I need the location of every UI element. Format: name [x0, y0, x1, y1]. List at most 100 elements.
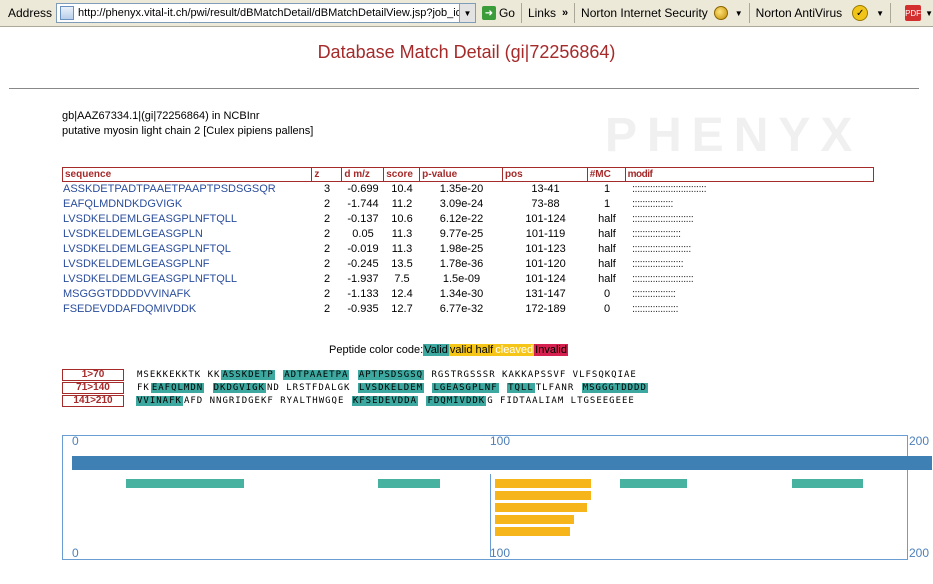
dmz-cell: -1.133 — [347, 288, 379, 300]
chevron-right-icon: » — [561, 7, 569, 19]
half-valid-peptide-bar[interactable] — [494, 479, 591, 488]
mc-cell: half — [598, 243, 616, 255]
norton-security-button[interactable]: Norton Internet Security ▼ — [581, 6, 743, 20]
address-bar[interactable]: http://phenyx.vital-it.ch/pwi/result/dBM… — [56, 3, 476, 23]
pvalue-cell: 1.35e-20 — [439, 183, 484, 195]
matched-segment: ASSKDETP — [221, 369, 275, 380]
mid-divider — [490, 474, 491, 557]
go-label: Go — [498, 6, 515, 20]
dmz-cell: -0.019 — [347, 243, 379, 255]
table-header: sequence z d m/z score p-value pos #MC m… — [62, 167, 874, 182]
mc-cell: 1 — [603, 198, 611, 210]
tick-label: 200 — [909, 546, 930, 560]
modif-cell: :::::::::::::::::::::::: — [632, 273, 694, 285]
valid-peptide-bar[interactable] — [377, 479, 441, 488]
mc-cell: half — [598, 258, 616, 270]
half-valid-peptide-bar[interactable] — [494, 527, 570, 536]
half-valid-peptide-bar[interactable] — [494, 515, 575, 524]
pvalue-cell: 6.77e-32 — [439, 303, 484, 315]
sequence-link[interactable]: FSEDEVDDAFDQMIVDDK — [62, 302, 312, 317]
header-mc[interactable]: #MC — [588, 168, 626, 181]
color-legend: Peptide color code: Valid valid half cle… — [329, 344, 568, 356]
norton-antivirus-button[interactable]: Norton AntiVirus ✓ ▼ — [756, 5, 884, 21]
sequence-link[interactable]: LVSDKELDEMLGEASGPLNFTQLL — [62, 212, 312, 227]
modif-cell: ::::::::::::::::::: — [632, 228, 681, 240]
mc-cell: half — [598, 213, 616, 225]
header-score[interactable]: score — [384, 168, 421, 181]
score-cell: 12.4 — [391, 288, 413, 300]
sequence-segment — [418, 396, 426, 406]
sequence-segment: RGSTRGSSSR KAKKAPSSVF VLFSQKQIAE — [425, 369, 637, 380]
toolbar-divider — [890, 3, 892, 23]
description-line: putative myosin light chain 2 [Culex pip… — [62, 125, 314, 137]
toolbar-divider — [574, 3, 576, 23]
sequence-link[interactable]: LVSDKELDEMLGEASGPLNFTQLL — [62, 272, 312, 287]
mc-cell: half — [598, 273, 616, 285]
half-valid-peptide-bar[interactable] — [494, 491, 591, 500]
sequence-segment: FK — [137, 382, 150, 393]
sequence-link[interactable]: LVSDKELDEMLGEASGPLN — [62, 227, 312, 242]
sequence-range-label: 71>140 — [62, 381, 124, 394]
dmz-cell: -0.935 — [347, 303, 379, 315]
toolbar-divider — [520, 3, 522, 23]
address-url[interactable]: http://phenyx.vital-it.ch/pwi/result/dBM… — [78, 7, 459, 19]
z-cell: 3 — [323, 183, 331, 195]
sequence-link[interactable]: LVSDKELDEMLGEASGPLNF — [62, 257, 312, 272]
links-button[interactable]: Links » — [528, 6, 568, 20]
table-row: LVSDKELDEMLGEASGPLNFTQL 2 -0.019 11.3 1.98e-… — [62, 242, 874, 257]
sequence-row: 141>210 VVINAFK AFD NNGRIDGEKF RYALTHWGQE … — [62, 394, 648, 407]
sequence-segment: ND LRSTFDALGK — [266, 382, 357, 393]
sequence-row: 71>140 FK EAFQLMDN DKDGVIGK ND LRSTFDALGK L… — [62, 381, 648, 394]
sequence-segment — [499, 383, 507, 393]
legend-prefix: Peptide color code: — [329, 344, 424, 356]
sequence-link[interactable]: MSGGGTDDDDVVINAFK — [62, 287, 312, 302]
table-row: LVSDKELDEMLGEASGPLNF 2 -0.245 13.5 1.78e-36 1… — [62, 257, 874, 272]
sequence-range-label: 1>70 — [62, 368, 124, 381]
modif-cell: :::::::::::::::::::::::: — [632, 213, 694, 225]
valid-peptide-bar[interactable] — [126, 479, 244, 488]
sequence-block: 1>70 MSEKKEKKTK KK ASSKDETP ADTPAAETPA APT… — [62, 368, 648, 407]
z-cell: 2 — [323, 228, 331, 240]
accession-line: gb|AAZ67334.1|(gi|72256864) in NCBInr — [62, 110, 260, 122]
pos-cell: 101-120 — [525, 258, 566, 270]
page-icon — [60, 6, 75, 20]
header-sequence[interactable]: sequence — [63, 168, 313, 181]
sequence-link[interactable]: LVSDKELDEMLGEASGPLNFTQL — [62, 242, 312, 257]
legend-valid: Valid — [423, 344, 449, 356]
globe-icon — [713, 6, 728, 20]
header-z[interactable]: z — [312, 168, 343, 181]
dmz-cell: 0.05 — [352, 228, 374, 240]
peptide-table: sequence z d m/z score p-value pos #MC m… — [62, 167, 874, 317]
valid-peptide-bar[interactable] — [620, 479, 688, 488]
z-cell: 2 — [323, 213, 331, 225]
sequence-link[interactable]: EAFQLMDNDKDGVIGK — [62, 197, 312, 212]
address-dropdown-icon[interactable]: ▼ — [458, 4, 475, 22]
modif-cell: :::::::::::::::::::: — [632, 258, 684, 270]
table-row: ASSKDETPADTPAAETPAAPTPSDSGSQR 3 -0.699 10.4… — [62, 182, 874, 197]
sequence-link[interactable]: ASSKDETPADTPAAETPAAPTPSDSGSQR — [62, 182, 312, 197]
half-valid-peptide-bar[interactable] — [494, 503, 587, 512]
valid-peptide-bar[interactable] — [791, 479, 863, 488]
chevron-down-icon: ▼ — [925, 8, 933, 18]
score-cell: 11.3 — [391, 228, 413, 240]
coverage-map: 0 100 200 0 100 200 — [62, 434, 932, 560]
header-dmz[interactable]: d m/z — [342, 168, 385, 181]
dmz-cell: -0.137 — [347, 213, 379, 225]
pvalue-cell: 1.98e-25 — [439, 243, 484, 255]
dmz-cell: -0.245 — [347, 258, 379, 270]
score-cell: 7.5 — [394, 273, 410, 285]
go-button[interactable]: ➜ Go — [481, 6, 515, 20]
pdf-button[interactable]: PDF ▼ — [897, 5, 933, 21]
pvalue-cell: 1.5e-09 — [442, 273, 481, 285]
sequence-text: MSEKKEKKTK KK ASSKDETP ADTPAAETPA APTPSDS… — [136, 369, 638, 380]
browser-toolbar: Address http://phenyx.vital-it.ch/pwi/re… — [0, 0, 933, 27]
phenyx-watermark: PHENYX — [605, 109, 863, 162]
pos-cell: 101-123 — [525, 243, 566, 255]
z-cell: 2 — [323, 303, 331, 315]
address-label: Address — [8, 6, 53, 20]
norton-security-label: Norton Internet Security — [581, 6, 708, 20]
score-cell: 13.5 — [391, 258, 413, 270]
header-modif[interactable]: modif — [626, 168, 873, 181]
header-pvalue[interactable]: p-value — [420, 168, 503, 181]
header-pos[interactable]: pos — [503, 168, 588, 181]
